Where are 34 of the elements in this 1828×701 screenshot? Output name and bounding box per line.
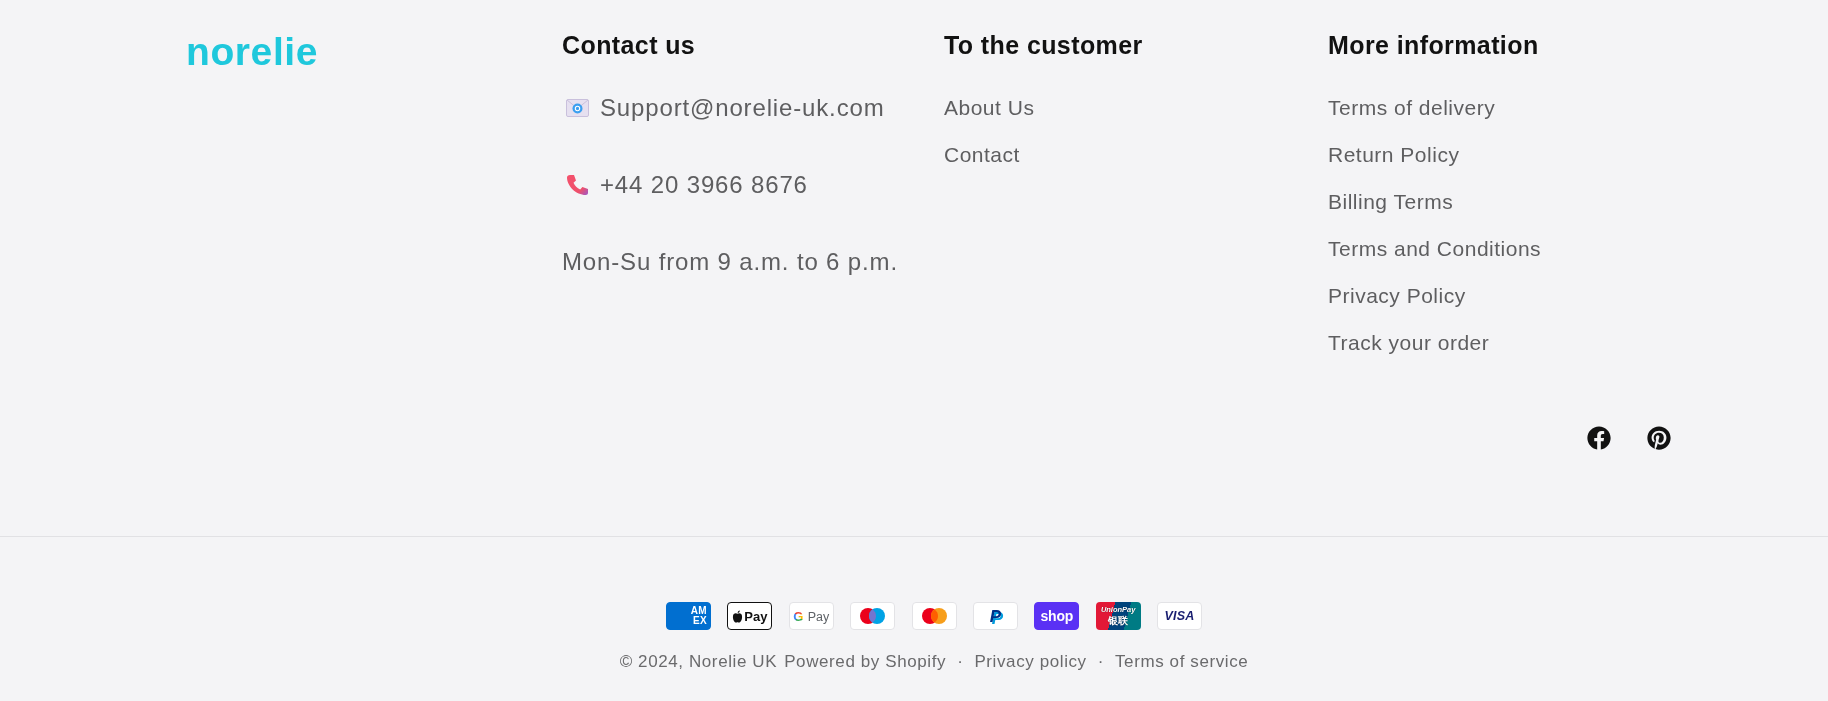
overlapping-circles-icon (850, 602, 896, 630)
logo-text: AM (690, 606, 707, 616)
footer-link[interactable]: Track your order (1328, 328, 1490, 358)
payment-logo: G Pay (788, 602, 834, 630)
footer-link[interactable]: Contact (944, 140, 1020, 170)
phone-link[interactable]: +44 20 3966 8676 (600, 170, 808, 200)
facebook-icon[interactable] (1587, 426, 1611, 450)
email-link[interactable]: Support@norelie-uk.com (600, 93, 885, 123)
powered-by-link[interactable]: Powered by Shopify (784, 650, 947, 674)
apple-icon (732, 609, 744, 623)
separator: · (1097, 651, 1104, 673)
overlapping-circles-icon (911, 602, 957, 630)
opening-hours: Mon-Su from 9 a.m. to 6 p.m. (562, 247, 898, 277)
footer-link[interactable]: About Us (944, 93, 1035, 123)
envelope-icon (566, 99, 589, 117)
footer-link[interactable]: Privacy Policy (1328, 281, 1466, 311)
logo-text: EX (693, 616, 707, 626)
footer-link[interactable]: Billing Terms (1328, 187, 1454, 217)
policy-link[interactable]: Terms of service (1115, 650, 1249, 674)
column-heading: More information (1328, 30, 1539, 60)
logo-text: Pay (744, 609, 768, 623)
payment-logo: VISA (1157, 602, 1203, 630)
footer-link[interactable]: Return Policy (1328, 140, 1460, 170)
column-heading: Contact us (562, 30, 696, 60)
footer-link[interactable]: Terms and Conditions (1328, 234, 1542, 264)
separator: · (957, 651, 964, 673)
payment-logo: shop (1034, 602, 1080, 630)
phone-icon (566, 174, 589, 196)
pinterest-icon[interactable] (1647, 426, 1671, 450)
footer-link[interactable]: Terms of delivery (1328, 93, 1496, 123)
copyright-text: © 2024, Norelie UK (619, 651, 778, 673)
policy-link[interactable]: Privacy policy (974, 650, 1087, 674)
column-heading: To the customer (944, 30, 1143, 60)
payment-logo: P (972, 602, 1018, 630)
